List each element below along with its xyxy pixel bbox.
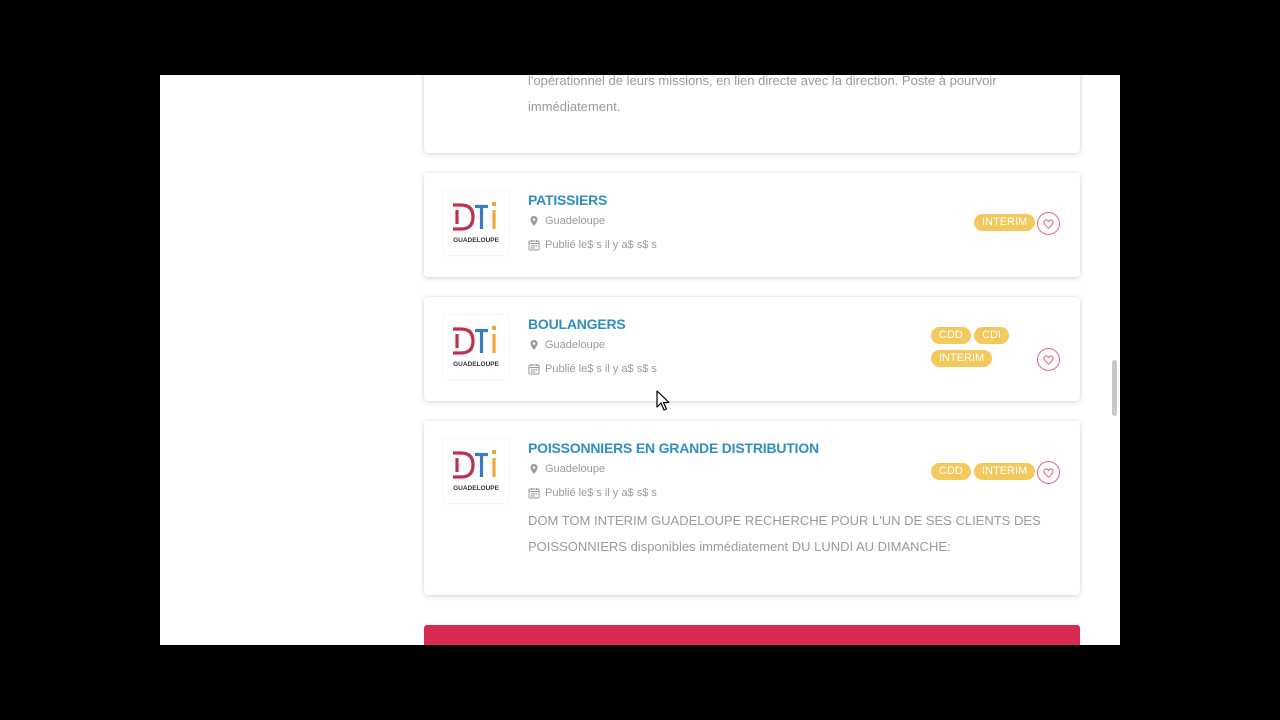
job-card-patissiers[interactable]: GUADELOUPE PATISSIERS Guadeloupe Publié … (424, 173, 1080, 277)
calendar-icon (528, 488, 540, 499)
job-title[interactable]: POISSONNIERS EN GRANDE DISTRIBUTION (528, 440, 819, 456)
job-card-boulangers[interactable]: GUADELOUPE BOULANGERS Guadeloupe Publié … (424, 297, 1080, 401)
company-logo: GUADELOUPE (444, 191, 508, 255)
logo-text: GUADELOUPE (453, 485, 500, 492)
scrollbar-thumb[interactable] (1112, 360, 1117, 416)
logo-text: GUADELOUPE (453, 361, 500, 368)
job-published: Publié le$ s il y a$ s$ s (528, 363, 657, 375)
job-published: Publié le$ s il y a$ s$ s (528, 487, 657, 499)
company-logo: GUADELOUPE (444, 315, 508, 379)
favorite-button[interactable] (1037, 348, 1060, 371)
job-card-poissonniers[interactable]: GUADELOUPE POISSONNIERS EN GRANDE DISTRI… (424, 421, 1080, 595)
job-description: l'opérationnel de leurs missions, en lie… (528, 75, 997, 114)
job-location-text: Guadeloupe (545, 463, 605, 475)
contract-badge-cdd[interactable]: CDD (931, 327, 971, 344)
job-card-previous[interactable]: l'opérationnel de leurs missions, en lie… (424, 75, 1080, 153)
logo-text: GUADELOUPE (453, 237, 500, 244)
map-pin-icon (530, 216, 538, 226)
job-location: Guadeloupe (528, 215, 605, 227)
alert-banner[interactable] (424, 625, 1080, 645)
job-published-text: Publié le$ s il y a$ s$ s (545, 363, 657, 375)
contract-badge-interim[interactable]: INTERIM (974, 214, 1036, 231)
job-published-text: Publié le$ s il y a$ s$ s (545, 239, 657, 251)
job-title[interactable]: BOULANGERS (528, 316, 626, 332)
mouse-cursor-icon (656, 390, 670, 411)
job-location-text: Guadeloupe (545, 339, 605, 351)
map-pin-icon (530, 340, 538, 350)
calendar-icon (528, 240, 540, 251)
job-title[interactable]: PATISSIERS (528, 192, 607, 208)
job-location: Guadeloupe (528, 463, 605, 475)
heart-icon (1043, 218, 1054, 229)
favorite-button[interactable] (1037, 212, 1060, 235)
page-viewport: l'opérationnel de leurs missions, en lie… (160, 75, 1120, 645)
job-published: Publié le$ s il y a$ s$ s (528, 239, 657, 251)
favorite-button[interactable] (1037, 461, 1060, 484)
job-description: DOM TOM INTERIM GUADELOUPE RECHERCHE POU… (528, 513, 1041, 554)
contract-badge-interim[interactable]: INTERIM (931, 350, 993, 367)
contract-badge-cdd[interactable]: CDD (931, 463, 971, 480)
calendar-icon (528, 364, 540, 375)
heart-icon (1043, 354, 1054, 365)
job-location: Guadeloupe (528, 339, 605, 351)
map-pin-icon (530, 464, 538, 474)
job-location-text: Guadeloupe (545, 215, 605, 227)
contract-badge-cdi[interactable]: CDI (974, 327, 1009, 344)
contract-badge-interim[interactable]: INTERIM (974, 463, 1036, 480)
job-published-text: Publié le$ s il y a$ s$ s (545, 487, 657, 499)
heart-icon (1043, 467, 1054, 478)
company-logo: GUADELOUPE (444, 439, 508, 503)
